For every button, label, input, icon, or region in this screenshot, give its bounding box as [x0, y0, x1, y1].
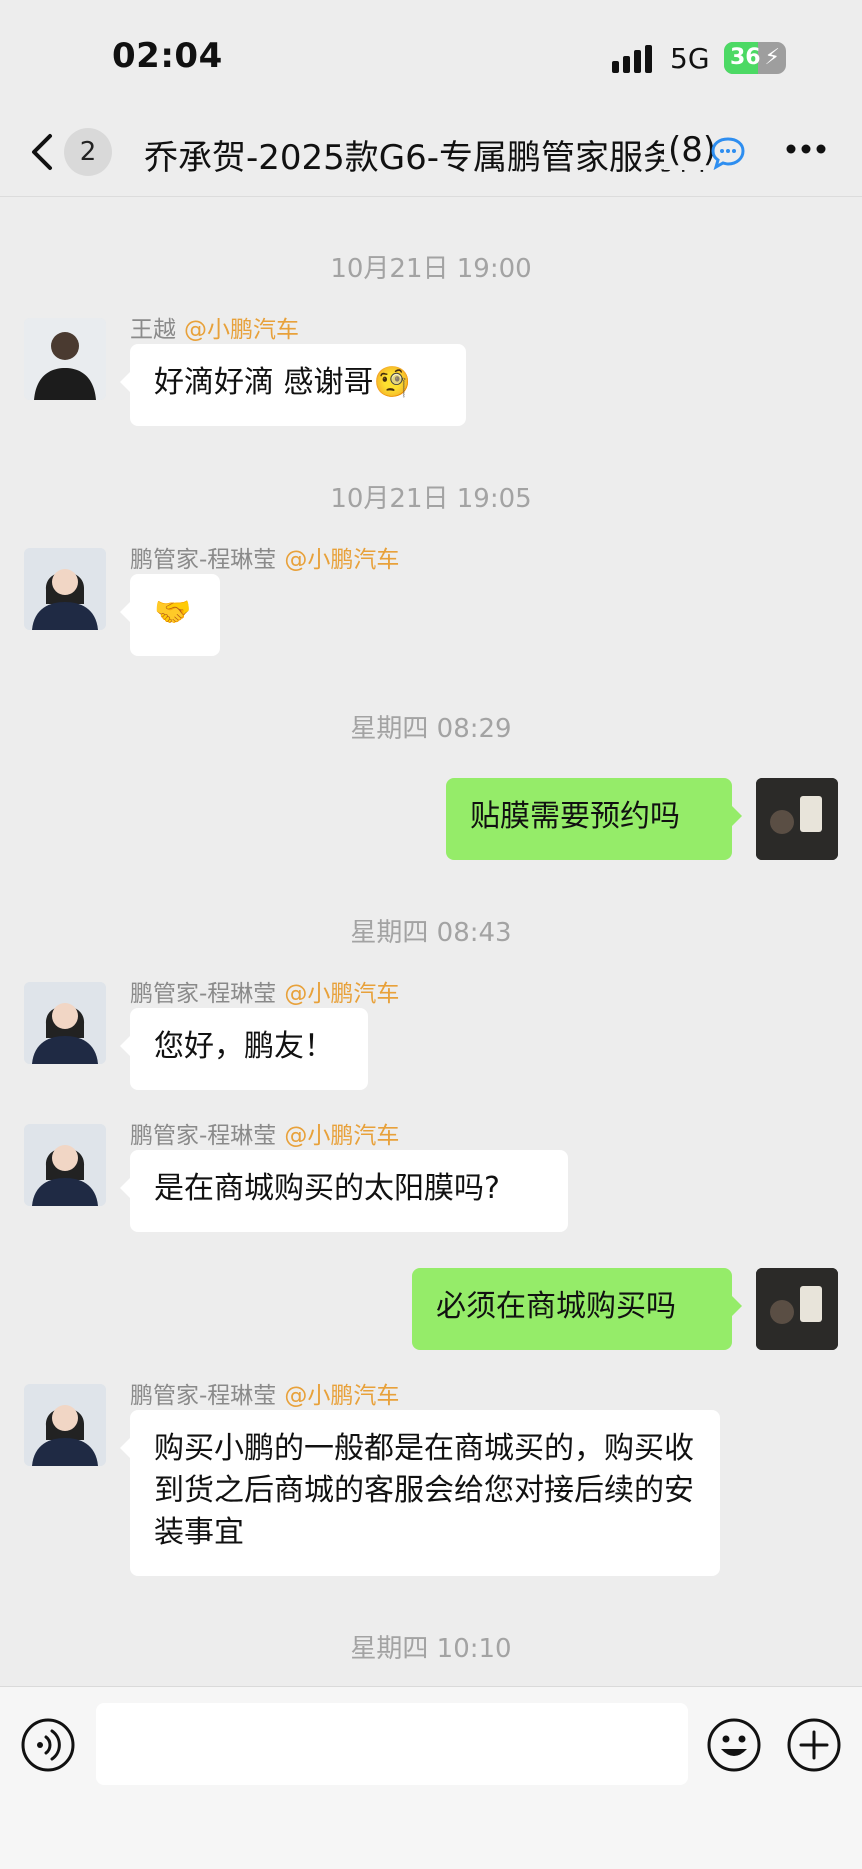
emoji-icon[interactable] [706, 1717, 762, 1773]
sender-tag: @小鹏汽车 [284, 1123, 400, 1149]
battery-icon: 36 ⚡ [724, 42, 786, 74]
sender-name-text: 鹏管家-程琳莹 [130, 1383, 277, 1409]
my-avatar[interactable] [756, 778, 838, 860]
unread-count-badge[interactable]: 2 [64, 128, 112, 176]
sender-avatar[interactable] [24, 982, 106, 1064]
sender-name-text: 鹏管家-程琳莹 [130, 981, 277, 1007]
incoming-message-bubble[interactable]: 是在商城购买的太阳膜吗? [120, 1150, 568, 1232]
sender-name: 王越 @小鹏汽车 [130, 310, 299, 344]
sender-name-text: 鹏管家-程琳莹 [130, 547, 277, 573]
outgoing-message-bubble[interactable]: 贴膜需要预约吗 [446, 778, 742, 860]
message-timestamp: 10月21日 19:05 [330, 484, 532, 514]
message-timestamp: 星期四 08:43 [350, 918, 512, 948]
sender-name: 鹏管家-程琳莹 @小鹏汽车 [130, 974, 399, 1008]
sender-tag: @小鹏汽车 [284, 1383, 400, 1409]
sender-name-text: 王越 [130, 317, 176, 343]
message-timestamp: 星期四 08:29 [350, 714, 512, 744]
message-input[interactable] [96, 1703, 688, 1785]
plus-icon[interactable] [786, 1717, 842, 1773]
sender-name: 鹏管家-程琳莹 @小鹏汽车 [130, 1116, 399, 1150]
status-bar: 02:04 5G 36 ⚡ [0, 0, 862, 118]
composer-bar [0, 1686, 862, 1869]
sender-name: 鹏管家-程琳莹 @小鹏汽车 [130, 1376, 399, 1410]
my-avatar[interactable] [756, 1268, 838, 1350]
sender-avatar[interactable] [24, 548, 106, 630]
sender-name: 鹏管家-程琳莹 @小鹏汽车 [130, 540, 399, 574]
incoming-message-bubble[interactable]: 您好，鹏友！ [120, 1008, 368, 1090]
incoming-message-bubble[interactable]: 购买小鹏的一般都是在商城买的，购买收到货之后商城的客服会给您对接后续的安装事宜 [120, 1410, 720, 1576]
incoming-message-bubble[interactable]: 🤝 [120, 574, 220, 656]
status-time: 02:04 [112, 36, 223, 76]
member-count[interactable]: (8) [664, 130, 717, 170]
network-label: 5G [670, 42, 710, 75]
sender-avatar[interactable] [24, 1384, 106, 1466]
chat-title[interactable]: 乔承贺-2025款G6-专属鹏管家服务群 [144, 130, 704, 179]
sender-tag: @小鹏汽车 [284, 547, 400, 573]
sender-avatar[interactable] [24, 318, 106, 400]
sender-name-text: 鹏管家-程琳莹 [130, 1123, 277, 1149]
outgoing-message-bubble[interactable]: 必须在商城购买吗 [412, 1268, 742, 1350]
sender-tag: @小鹏汽车 [284, 981, 400, 1007]
sender-tag: @小鹏汽车 [184, 317, 299, 343]
chat-header: 2 乔承贺-2025款G6-专属鹏管家服务群 (8) [0, 108, 862, 197]
voice-icon[interactable] [20, 1717, 76, 1773]
more-icon[interactable] [784, 142, 828, 156]
back-icon[interactable] [28, 130, 56, 174]
sender-avatar[interactable] [24, 1124, 106, 1206]
message-timestamp: 星期四 10:10 [350, 1634, 512, 1664]
incoming-message-bubble[interactable]: 好滴好滴 感谢哥🧐 [120, 344, 466, 426]
message-timestamp: 10月21日 19:00 [330, 254, 532, 284]
signal-icon [612, 45, 652, 73]
ai-chat-icon[interactable] [710, 136, 746, 170]
battery-level: 36 [730, 45, 761, 70]
